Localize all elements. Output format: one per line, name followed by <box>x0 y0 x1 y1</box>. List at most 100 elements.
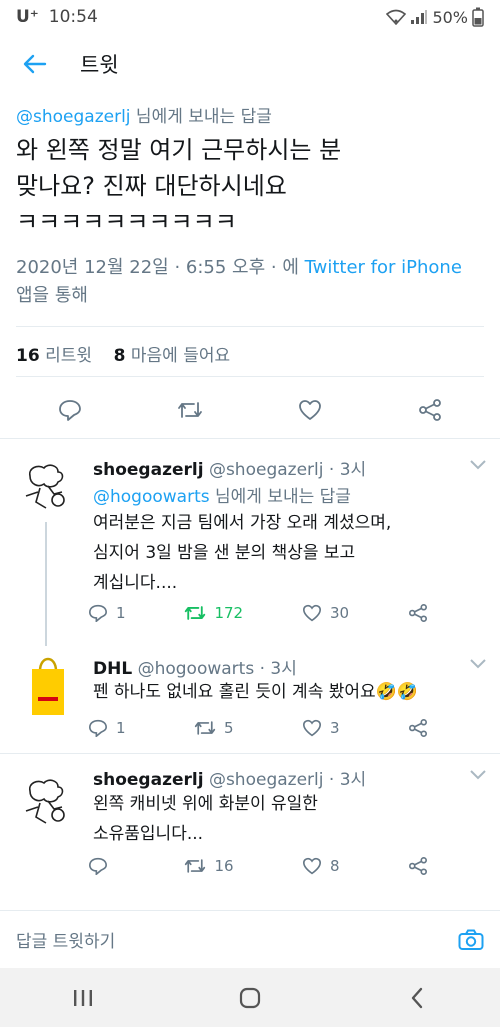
display-name[interactable]: DHL <box>93 659 132 679</box>
retweet-icon <box>194 721 216 735</box>
retweet-icon <box>185 859 206 873</box>
home-button[interactable] <box>220 978 280 1018</box>
reply-button[interactable] <box>50 390 90 430</box>
like-icon <box>302 604 322 622</box>
clock: 10:54 <box>48 7 98 27</box>
tweet-text: 와 왼쪽 정말 여기 근무하시는 분 맞나요? 진짜 대단하시네요 ㅋㅋㅋㅋㅋㅋ… <box>16 136 342 236</box>
like-count[interactable]: 8 마음에 들어요 <box>114 346 231 366</box>
reply-icon <box>88 857 108 875</box>
replying-to: @shoegazerlj 님에게 보내는 답글 <box>16 102 272 127</box>
tweet-actions <box>0 390 500 430</box>
camera-icon[interactable] <box>458 929 484 951</box>
chevron-down-icon[interactable] <box>470 659 486 669</box>
source-link[interactable]: Twitter for iPhone <box>305 257 462 278</box>
user-handle: @shoegazerlj <box>208 460 324 480</box>
tweet-time: · 3시 <box>259 659 297 679</box>
tweet-time: · 3시 <box>328 460 367 480</box>
share-button[interactable] <box>408 604 428 622</box>
reply-tweet[interactable]: DHL @hogoowarts · 3시 펜 하나도 없네요 홀린 듯이 계속 … <box>0 643 500 753</box>
back-arrow-icon <box>23 54 47 74</box>
reply-button[interactable]: 1 <box>88 719 126 737</box>
chevron-down-icon[interactable] <box>470 770 486 780</box>
reply-tweet[interactable]: shoegazerlj @shoegazerlj · 3시 @hogoowart… <box>0 438 500 646</box>
like-count: 30 <box>330 604 350 622</box>
retweet-button[interactable]: 172 <box>184 604 243 622</box>
page-title: 트윗 <box>80 53 119 77</box>
nav-back-button[interactable] <box>387 978 447 1018</box>
reply-actions: 1 172 30 <box>88 604 428 622</box>
retweet-button[interactable] <box>170 390 210 430</box>
reply-text: 펜 하나도 없네요 홀린 듯이 계속 봤어요🤣🤣 <box>93 682 418 702</box>
replying-to: @hogoowarts 님에게 보내는 답글 <box>93 482 351 507</box>
reply-icon <box>88 604 108 622</box>
user-handle: @hogoowarts <box>137 659 255 679</box>
like-button[interactable]: 30 <box>302 604 349 622</box>
retweet-count: 16 <box>214 857 234 875</box>
like-icon <box>302 857 322 875</box>
like-icon <box>302 719 322 737</box>
battery-percent: 50% <box>432 7 468 27</box>
signal-icon <box>411 10 428 24</box>
home-icon <box>239 987 261 1008</box>
share-button[interactable] <box>410 390 450 430</box>
reply-header: DHL @hogoowarts · 3시 <box>93 654 297 679</box>
reply-icon <box>59 400 81 421</box>
divider <box>16 326 484 327</box>
like-button[interactable]: 3 <box>302 719 340 737</box>
share-button[interactable] <box>408 719 428 737</box>
replying-to-suffix: 님에게 보내는 답글 <box>209 487 351 507</box>
recents-icon <box>74 989 93 1006</box>
battery-icon <box>472 7 484 27</box>
share-icon <box>409 604 427 622</box>
reply-header: shoegazerlj @shoegazerlj · 3시 <box>93 765 366 790</box>
back-button[interactable] <box>0 54 70 74</box>
retweet-icon <box>185 606 206 620</box>
reply-button[interactable]: 1 <box>88 604 126 622</box>
like-button[interactable]: 8 <box>302 857 340 875</box>
reply-actions: 16 8 <box>88 857 428 875</box>
retweet-count: 5 <box>224 719 234 737</box>
system-nav-bar <box>0 968 500 1027</box>
replying-to-suffix: 님에게 보내는 답글 <box>130 107 272 127</box>
retweet-count[interactable]: 16 리트윗 <box>16 346 92 366</box>
share-button[interactable] <box>408 857 428 875</box>
reply-count: 1 <box>116 719 126 737</box>
user-handle: @shoegazerlj <box>208 770 324 790</box>
chevron-down-icon[interactable] <box>470 460 486 470</box>
reply-compose-bar[interactable]: 답글 트윗하기 <box>0 910 500 968</box>
display-name[interactable]: shoegazerlj <box>93 770 204 790</box>
reply-button[interactable] <box>88 857 116 875</box>
tweet-meta: 2020년 12월 22일 · 6:55 오후 · 에 Twitter for … <box>16 254 476 310</box>
reply-input[interactable]: 답글 트윗하기 <box>16 927 458 952</box>
reply-text: 여러분은 지금 팀에서 가장 오래 계셨으며, 심지어 3일 밤을 샌 분의 책… <box>93 513 392 593</box>
avatar[interactable] <box>18 460 74 516</box>
reply-header: shoegazerlj @shoegazerlj · 3시 <box>93 455 366 480</box>
tweet-timestamp: 2020년 12월 22일 · 6:55 오후 · 에 <box>16 257 305 278</box>
like-count: 8 <box>330 857 340 875</box>
avatar[interactable] <box>18 775 74 831</box>
reply-count: 1 <box>116 604 126 622</box>
status-bar: U⁺ 10:54 50% <box>0 0 500 34</box>
retweet-icon <box>178 402 202 418</box>
retweet-count: 172 <box>214 604 244 622</box>
divider <box>16 376 484 377</box>
avatar[interactable] <box>28 649 68 719</box>
source-suffix: 앱을 통해 <box>16 285 88 306</box>
carrier-label: U⁺ <box>16 7 39 27</box>
display-name[interactable]: shoegazerlj <box>93 460 204 480</box>
retweet-button[interactable]: 5 <box>194 719 234 737</box>
recents-button[interactable] <box>53 978 113 1018</box>
like-button[interactable] <box>290 390 330 430</box>
reply-actions: 1 5 3 <box>88 719 428 737</box>
tweet-time: · 3시 <box>328 770 367 790</box>
reply-icon <box>88 719 108 737</box>
reply-tweet[interactable]: shoegazerlj @shoegazerlj · 3시 왼쪽 캐비넷 위에 … <box>0 753 500 888</box>
top-app-bar: 트윗 <box>0 34 500 94</box>
reply-handle-link[interactable]: @hogoowarts <box>93 487 210 507</box>
retweet-button[interactable]: 16 <box>184 857 234 875</box>
share-icon <box>409 719 427 737</box>
share-icon <box>409 857 427 875</box>
reply-handle-link[interactable]: @shoegazerlj <box>16 107 131 127</box>
thread-line <box>45 522 47 646</box>
engagement-counts: 16 리트윗 8 마음에 들어요 <box>16 341 230 366</box>
